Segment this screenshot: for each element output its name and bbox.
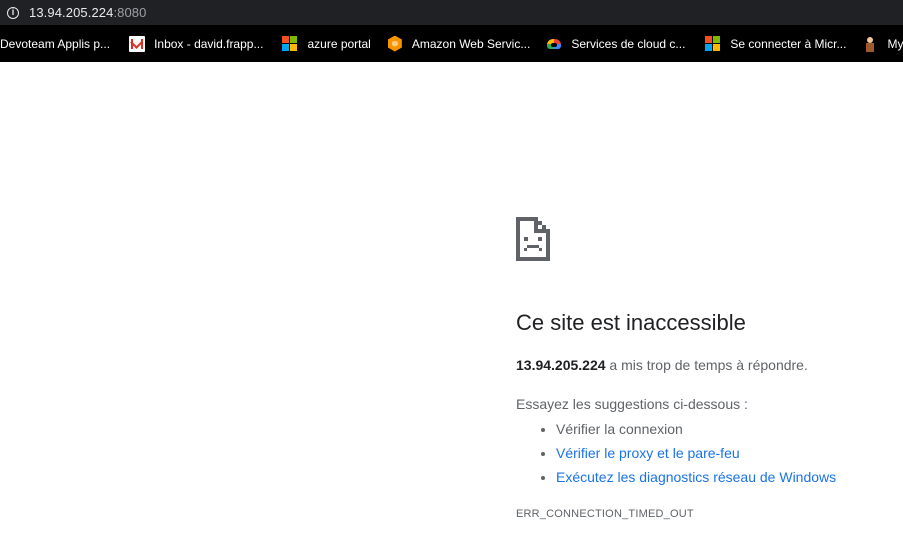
error-panel: Ce site est inaccessible 13.94.205.224 a…: [516, 217, 896, 520]
google-cloud-icon: [546, 36, 562, 52]
error-title: Ce site est inaccessible: [516, 310, 746, 335]
aws-icon: [387, 36, 403, 52]
bookmark-label: Devoteam Applis p...: [0, 36, 111, 51]
bookmark-microsoft-signin[interactable]: Se connecter à Micr...: [705, 25, 846, 62]
suggestion-item: Exécutez les diagnostics réseau de Windo…: [556, 465, 836, 489]
suggestions-list: Vérifier la connexion Vérifier le proxy …: [516, 417, 836, 489]
error-description: 13.94.205.224 a mis trop de temps à répo…: [516, 357, 808, 373]
suggestions-intro: Essayez les suggestions ci-dessous :: [516, 396, 748, 412]
microsoft-icon: [282, 35, 298, 52]
character-icon: [862, 36, 878, 52]
info-icon[interactable]: i: [7, 6, 19, 19]
bookmark-label: Se connecter à Micr...: [730, 36, 847, 51]
error-code: ERR_CONNECTION_TIMED_OUT: [516, 508, 694, 520]
bookmark-label: azure portal: [307, 36, 371, 51]
bookmark-label: Inbox - david.frapp...: [154, 36, 264, 51]
bookmark-aws[interactable]: Amazon Web Servic...: [387, 25, 531, 62]
bookmark-label: Services de cloud c...: [571, 36, 686, 51]
suggestion-run-diagnostics-link[interactable]: Exécutez les diagnostics réseau de Windo…: [556, 469, 836, 485]
url-port: :8080: [113, 5, 147, 20]
sad-document-icon: [516, 217, 550, 261]
bookmark-devoteam[interactable]: Devoteam Applis p...: [0, 25, 110, 62]
bookmarks-bar: Devoteam Applis p... Inbox - david.frapp…: [0, 25, 903, 62]
microsoft-icon: [705, 35, 721, 52]
gmail-icon: [129, 35, 146, 52]
url-host: 13.94.205.224: [29, 5, 114, 20]
bookmark-my-bl[interactable]: My Bl: [862, 25, 903, 62]
suggestion-item: Vérifier la connexion: [556, 417, 836, 441]
bookmark-label: Amazon Web Servic...: [411, 36, 531, 51]
address-bar[interactable]: i 13.94.205.224:8080: [0, 0, 903, 25]
bookmark-google-cloud[interactable]: Services de cloud c...: [546, 25, 685, 62]
error-host: 13.94.205.224: [516, 357, 606, 373]
suggestion-check-connection: Vérifier la connexion: [556, 421, 683, 437]
bookmark-inbox[interactable]: Inbox - david.frapp...: [129, 25, 263, 62]
bookmark-azure-portal[interactable]: azure portal: [282, 25, 371, 62]
suggestion-check-proxy-link[interactable]: Vérifier le proxy et le pare-feu: [556, 445, 740, 461]
url-text[interactable]: 13.94.205.224:8080: [29, 5, 146, 20]
bookmark-label: My Bl: [887, 36, 903, 51]
suggestion-item: Vérifier le proxy et le pare-feu: [556, 441, 836, 465]
error-message: a mis trop de temps à répondre.: [605, 357, 808, 373]
